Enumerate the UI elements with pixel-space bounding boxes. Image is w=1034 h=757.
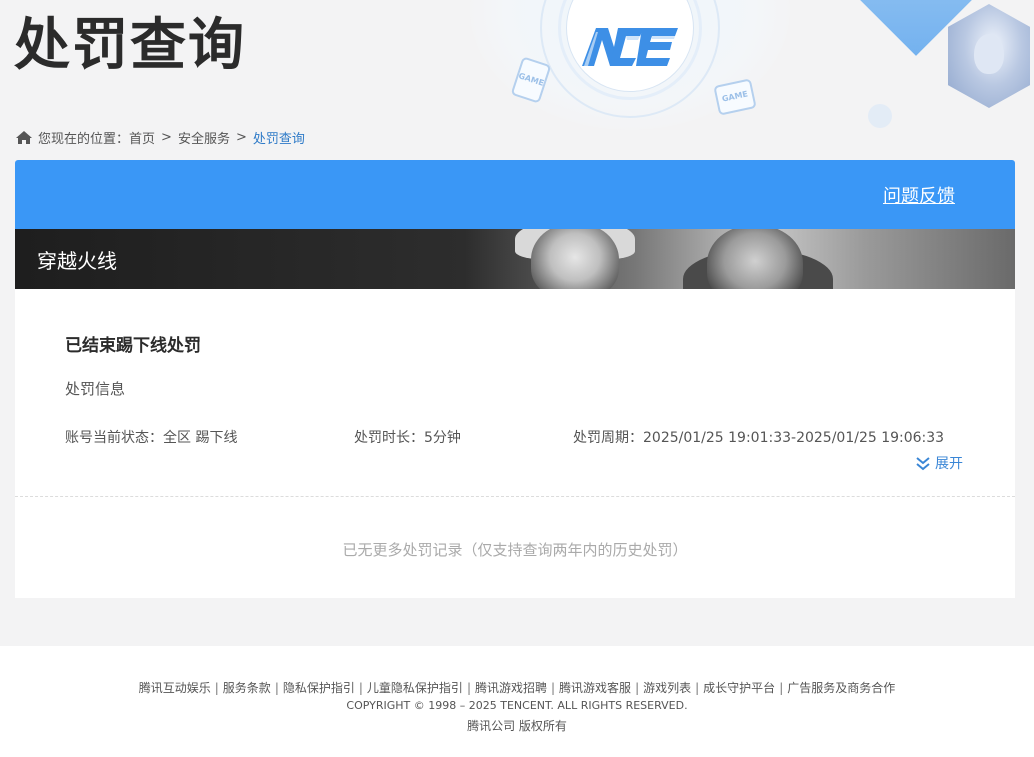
- footer-link-tencent-ent[interactable]: 腾讯互动娱乐: [139, 681, 211, 695]
- footer-divider: |: [274, 681, 279, 695]
- breadcrumb-home-link[interactable]: 首页: [129, 128, 155, 147]
- footer-copyright: COPYRIGHT © 1998 – 2025 TENCENT. ALL RIG…: [346, 699, 688, 712]
- expand-label: 展开: [935, 456, 963, 472]
- footer-divider: |: [214, 681, 219, 695]
- footer-divider: |: [358, 681, 363, 695]
- footer-link-support[interactable]: 腾讯游戏客服: [559, 681, 631, 695]
- footer-divider: |: [779, 681, 784, 695]
- home-icon: [16, 130, 32, 144]
- breadcrumb-separator: >: [235, 129, 247, 145]
- footer-link-game-list[interactable]: 游戏列表: [643, 681, 691, 695]
- corner-portrait-image: [948, 4, 1030, 108]
- breadcrumb-current: 处罚查询: [252, 131, 305, 147]
- footer-link-child-privacy[interactable]: 儿童隐私保护指引: [367, 681, 463, 695]
- punishment-period: 处罚周期：2025/01/25 19:01:33-2025/01/25 19:0…: [573, 430, 945, 446]
- page-title: 处罚查询: [14, 13, 246, 78]
- portrait-face: [974, 34, 1004, 74]
- chevron-down-icon: [916, 457, 930, 471]
- breadcrumb: 您现在的位置： 首页 > 安全服务 > 处罚查询: [16, 127, 305, 147]
- punishment-section-label: 处罚信息: [65, 380, 126, 398]
- footer-divider: |: [635, 681, 640, 695]
- footer-links: 腾讯互动娱乐 | 服务条款 | 隐私保护指引 | 儿童隐私保护指引 | 腾讯游戏招聘 | 腾讯游戏客…: [0, 679, 1034, 696]
- footer-divider: |: [551, 681, 556, 695]
- account-status: 账号当前状态：全区 踢下线: [65, 430, 238, 446]
- game-card-decoration-right: GAME: [713, 78, 757, 116]
- breadcrumb-separator: >: [161, 129, 172, 145]
- breadcrumb-security-link[interactable]: 安全服务: [178, 128, 230, 147]
- game-banner: 穿越火线: [15, 229, 1015, 289]
- footer-link-ads[interactable]: 广告服务及商务合作: [787, 681, 895, 695]
- expand-button[interactable]: 展开: [915, 453, 963, 473]
- ace-logo: [582, 28, 678, 66]
- punishment-card: 已结束踢下线处罚 处罚信息 账号当前状态：全区 踢下线 处罚时长：5分钟 处罚周…: [15, 289, 1015, 598]
- panel-topbar: 问题反馈: [15, 160, 1015, 229]
- feedback-link[interactable]: 问题反馈: [883, 182, 955, 208]
- bubble-decoration: [868, 104, 892, 128]
- game-name: 穿越火线: [37, 249, 117, 273]
- footer-divider: |: [466, 681, 471, 695]
- footer-link-jobs[interactable]: 腾讯游戏招聘: [475, 681, 547, 695]
- hero-female-image: [531, 229, 619, 289]
- footer-company: 腾讯公司 版权所有: [467, 719, 567, 733]
- footer-link-guardian[interactable]: 成长守护平台: [703, 681, 775, 695]
- record-divider: [15, 496, 1015, 497]
- punishment-duration: 处罚时长：5分钟: [354, 430, 461, 446]
- page-footer: 腾讯互动娱乐 | 服务条款 | 隐私保护指引 | 儿童隐私保护指引 | 腾讯游戏招聘 | 腾讯游戏客…: [0, 646, 1034, 757]
- hero-male-image: [707, 229, 803, 289]
- footer-link-privacy[interactable]: 隐私保护指引: [283, 681, 355, 695]
- no-more-records-text: 已无更多处罚记录（仅支持查询两年内的历史处罚）: [342, 541, 688, 559]
- footer-divider: |: [695, 681, 700, 695]
- footer-link-terms[interactable]: 服务条款: [223, 681, 271, 695]
- punishment-title: 已结束踢下线处罚: [65, 336, 201, 356]
- breadcrumb-prefix: 您现在的位置：: [38, 131, 130, 147]
